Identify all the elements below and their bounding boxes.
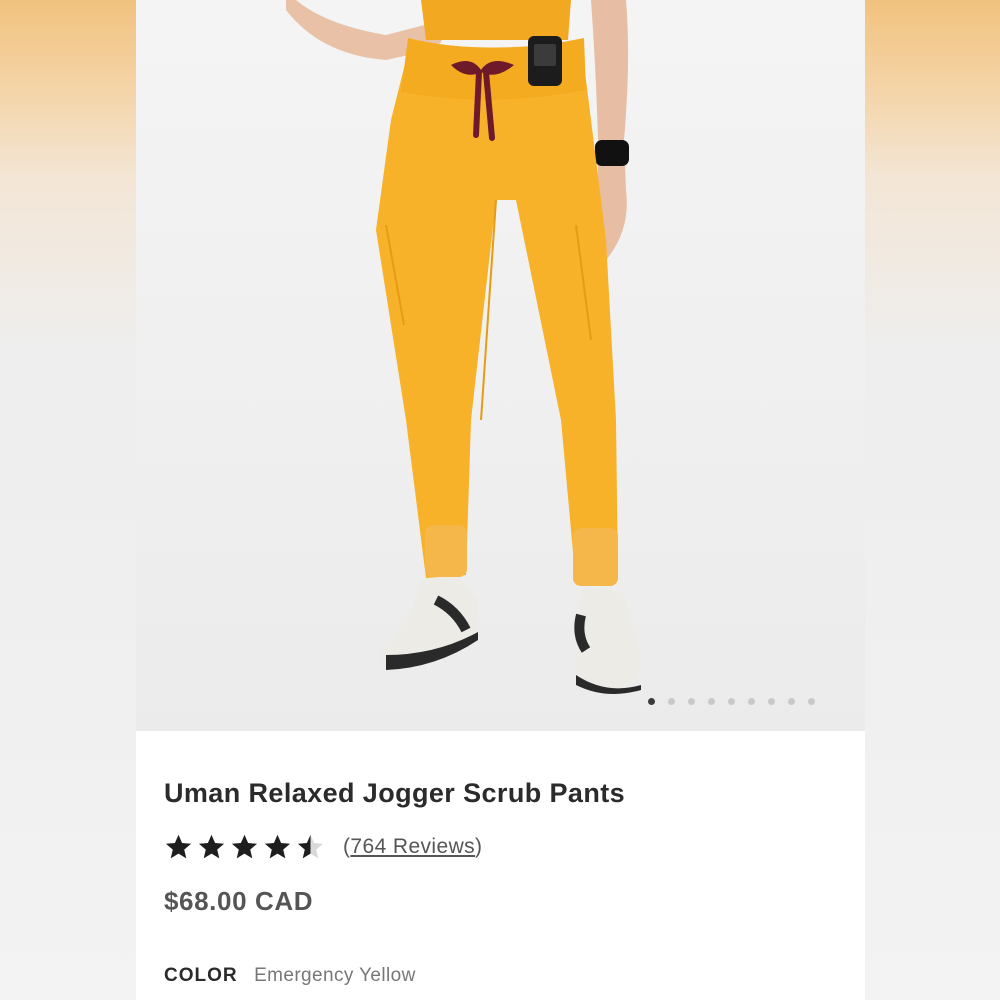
carousel-dot[interactable]	[768, 698, 775, 705]
carousel-dots	[648, 698, 815, 705]
star-icon	[264, 834, 291, 859]
carousel-dot[interactable]	[688, 698, 695, 705]
background-right	[864, 0, 1000, 1000]
star-rating	[164, 833, 325, 861]
color-row: COLOR Emergency Yellow	[164, 965, 416, 987]
background-left	[0, 0, 136, 1000]
carousel-dot[interactable]	[808, 698, 815, 705]
carousel-dot[interactable]	[788, 698, 795, 705]
color-value: Emergency Yellow	[254, 965, 416, 986]
star-icon	[165, 834, 192, 859]
product-card: Uman Relaxed Jogger Scrub Pants (764 Rev…	[136, 0, 865, 1000]
star-icon	[231, 834, 258, 859]
carousel-dot[interactable]	[748, 698, 755, 705]
product-photo-illustration	[286, 0, 641, 694]
carousel-dot[interactable]	[668, 698, 675, 705]
product-image[interactable]	[136, 0, 865, 731]
carousel-dot[interactable]	[648, 698, 655, 705]
star-icon	[198, 834, 225, 859]
carousel-dot[interactable]	[708, 698, 715, 705]
color-label: COLOR	[164, 965, 238, 986]
product-title: Uman Relaxed Jogger Scrub Pants	[164, 778, 626, 808]
reviews-link[interactable]: (764 Reviews)	[343, 835, 482, 859]
rating-row: (764 Reviews)	[164, 833, 482, 861]
product-price: $68.00 CAD	[164, 886, 314, 916]
reviews-count[interactable]: 764 Reviews	[350, 835, 475, 858]
product-info: Uman Relaxed Jogger Scrub Pants (764 Rev…	[164, 778, 844, 986]
star-icon	[297, 834, 324, 859]
carousel-dot[interactable]	[728, 698, 735, 705]
reviews-close: )	[475, 835, 483, 858]
